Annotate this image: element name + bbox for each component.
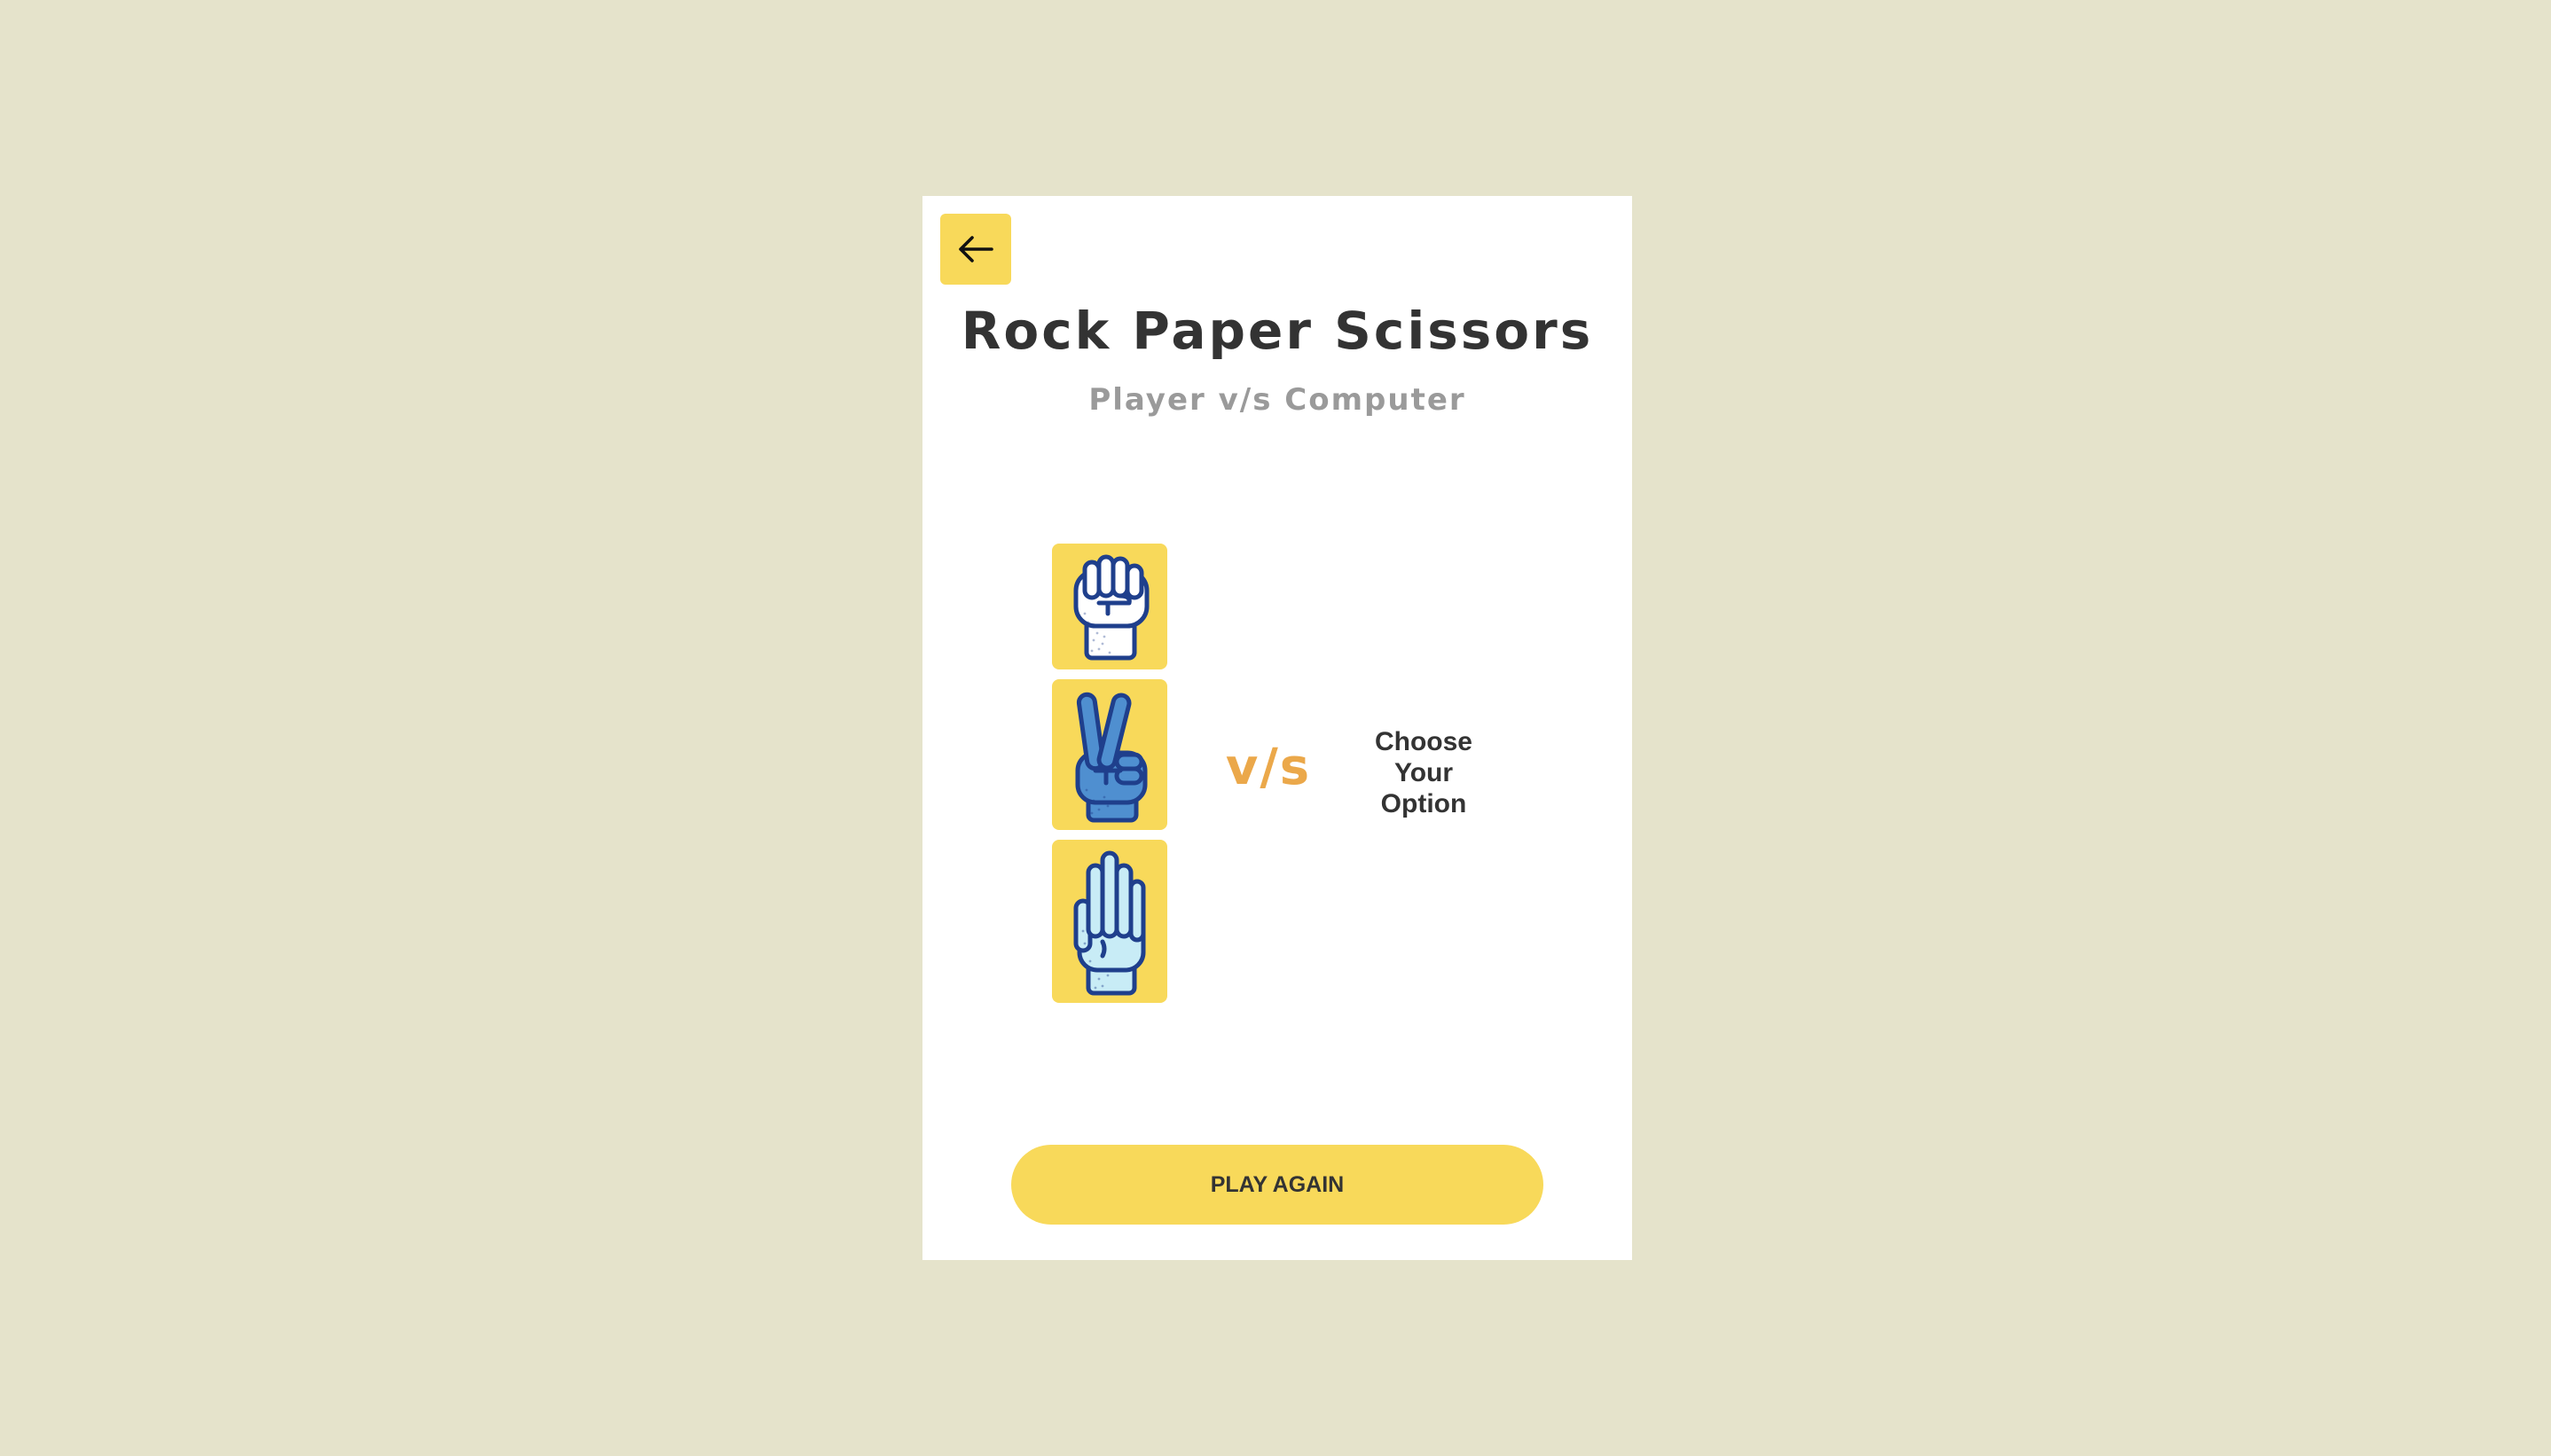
prompt-line: Option: [1380, 789, 1467, 818]
play-again-button[interactable]: PLAY AGAIN: [1011, 1145, 1543, 1225]
prompt-line: Choose: [1374, 727, 1472, 756]
back-button[interactable]: [940, 214, 1011, 285]
computer-choice-prompt: Choose Your Option: [1366, 726, 1481, 819]
prompt-line: Your: [1393, 758, 1454, 787]
arrow-left-icon: [959, 236, 993, 262]
game-card: Rock Paper Scissors Player v/s Computer: [922, 196, 1632, 1260]
page-subtitle: Player v/s Computer: [1088, 382, 1466, 418]
rock-hand-icon: [1073, 554, 1150, 661]
scissors-hand-icon: [1075, 692, 1148, 823]
rock-option-button[interactable]: [1052, 544, 1167, 669]
paper-option-button[interactable]: [1052, 840, 1167, 1003]
scissors-option-button[interactable]: [1052, 679, 1167, 830]
versus-label: v/s: [1225, 739, 1312, 796]
paper-hand-icon: [1073, 850, 1146, 996]
page-title: Rock Paper Scissors: [961, 301, 1594, 361]
